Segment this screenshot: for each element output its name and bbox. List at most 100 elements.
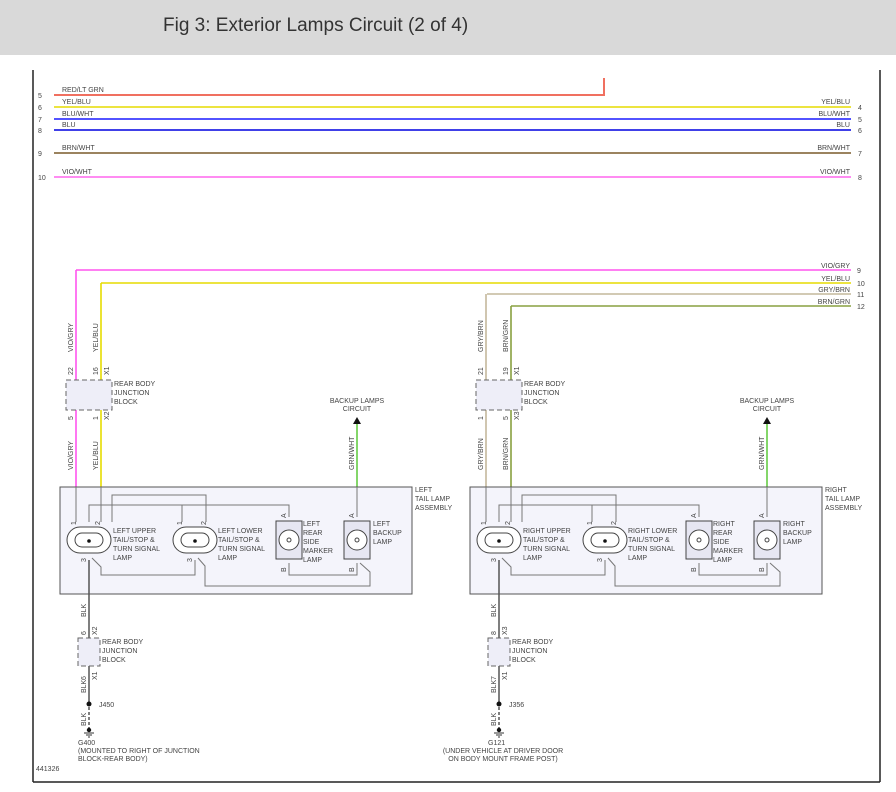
assembly-label: TAIL LAMP [825,496,860,503]
jb-pin-top: 19 [503,367,510,375]
lower-lamp-label: TURN SIGNAL [218,546,265,553]
backup-lamp-label: LAMP [783,539,802,546]
gjb-pin-top: 8 [491,631,498,635]
lower-lamp-label: RIGHT LOWER [628,528,677,535]
ground-description: BLOCK-REAR BODY) [78,756,148,763]
rear-body-junction-block [65,379,113,411]
bulb-ground-dot [87,539,91,543]
jb-label: JUNCTION [114,390,149,397]
wire-color-label-left: VIO/WHT [62,169,93,176]
wire-right-pin-number: 4 [858,105,862,112]
upper-lamp-label: LEFT UPPER [113,528,156,535]
wire-right-pin-number: 5 [858,117,862,124]
jb-connector-top: X1 [104,366,111,375]
upper-lamp-label: TAIL/STOP & [113,537,155,544]
jb-pin-bottom: 5 [68,416,75,420]
lower-lamp-label: TURN SIGNAL [628,546,675,553]
upper-lamp-label: LAMP [523,555,542,562]
bulb-icon [346,529,368,551]
ground-wire-label: BLK [491,603,498,617]
pin-label: A [349,513,356,518]
splice-label: J450 [99,702,114,709]
pin-label: 2 [611,521,618,525]
gjb-label: JUNCTION [512,648,547,655]
gjb-pin-bottom: 7 [491,676,498,680]
assembly-label: TAIL LAMP [415,496,450,503]
marker-lamp-label: LEFT [303,521,321,528]
marker-lamp-label: REAR [303,530,322,537]
ground-id-label: G121 [488,740,505,747]
bulb-ground-dot [603,539,607,543]
lower-lamp-label: LEFT LOWER [218,528,263,535]
pin-label: B [349,567,356,572]
lower-lamp-label: LAMP [218,555,237,562]
pin-label: 1 [481,521,488,525]
pin-label: 3 [187,558,194,562]
wire-color-label-left: BLU [62,122,76,129]
upper-lamp-label: LAMP [113,555,132,562]
pin-label: 2 [95,521,102,525]
up-arrow-icon [763,417,771,424]
ground-wire-label: BLK [491,712,498,726]
wire-right-pin-number: 8 [858,175,862,182]
wire-color-label-right: BLU [836,122,850,129]
marker-lamp-label: RIGHT [713,521,736,528]
backup-lamp-label: LEFT [373,521,391,528]
jb-pin-top: 21 [478,367,485,375]
wire-right-pin-number: 7 [858,151,862,158]
wire-b-label-lower: YEL/BLU [93,441,100,470]
marker-lamp-label: MARKER [713,548,743,555]
jb-connector-top: X1 [514,366,521,375]
diagram-id: 441326 [36,766,59,773]
jb-connector-bottom: X3 [514,411,521,420]
marker-lamp-label: LAMP [713,557,732,564]
pin-label: 1 [177,521,184,525]
feed-wire-label: YEL/BLU [821,276,850,283]
jb-connector-bottom: X2 [104,411,111,420]
marker-lamp-label: SIDE [303,539,320,546]
marker-lamp-label: REAR [713,530,732,537]
wire-color-label-left: BRN/WHT [62,145,95,152]
wire-a-label-lower: VIO/GRY [68,441,75,470]
backup-lamp-label: BACKUP [373,530,402,537]
feed-wire-pin-number: 10 [857,281,865,288]
backup-circuit-label: CIRCUIT [343,406,372,413]
bulb-icon [756,529,778,551]
ground-dot [496,727,502,733]
wire-color-label-left: RED/LT GRN [62,87,104,94]
jb-pin-bottom: 1 [478,416,485,420]
pin-label: 1 [587,521,594,525]
wire-right-pin-number: 6 [858,128,862,135]
lower-lamp-label: TAIL/STOP & [628,537,670,544]
gjb-label: BLOCK [512,657,536,664]
splice-label: J356 [509,702,524,709]
gjb-pin-top: 6 [81,631,88,635]
backup-lamp-label: RIGHT [783,521,806,528]
lower-lamp-label: LAMP [628,555,647,562]
ground-wire-label: BLK [81,679,88,693]
wire-a-label: VIO/GRY [68,323,75,352]
pin-label: A [691,513,698,518]
ground-wire-label: BLK [81,712,88,726]
upper-lamp-label: TURN SIGNAL [523,546,570,553]
gjb-connector-top: X2 [92,626,99,635]
feed-wire-pin-number: 12 [857,304,865,311]
wire-left-pin-number: 9 [38,151,42,158]
ground-wire-label: BLK [491,679,498,693]
jb-label: REAR BODY [114,381,156,388]
jb-pin-top: 22 [68,367,75,375]
gjb-connector-bottom: X1 [92,671,99,680]
pin-label: A [281,513,288,518]
ground-wire-label: BLK [81,603,88,617]
wire-color-label-right: BLU/WHT [819,111,851,118]
pin-label: B [281,567,288,572]
wire-left-pin-number: 10 [38,175,46,182]
wire-a-label: GRY/BRN [478,320,485,352]
pin-label: B [691,567,698,572]
gjb-label: JUNCTION [102,648,137,655]
ground-description: ON BODY MOUNT FRAME POST) [448,756,557,763]
pin-label: A [759,513,766,518]
wire-color-label-left: YEL/BLU [62,99,91,106]
wire-left-pin-number: 7 [38,117,42,124]
gjb-label: REAR BODY [512,639,554,646]
